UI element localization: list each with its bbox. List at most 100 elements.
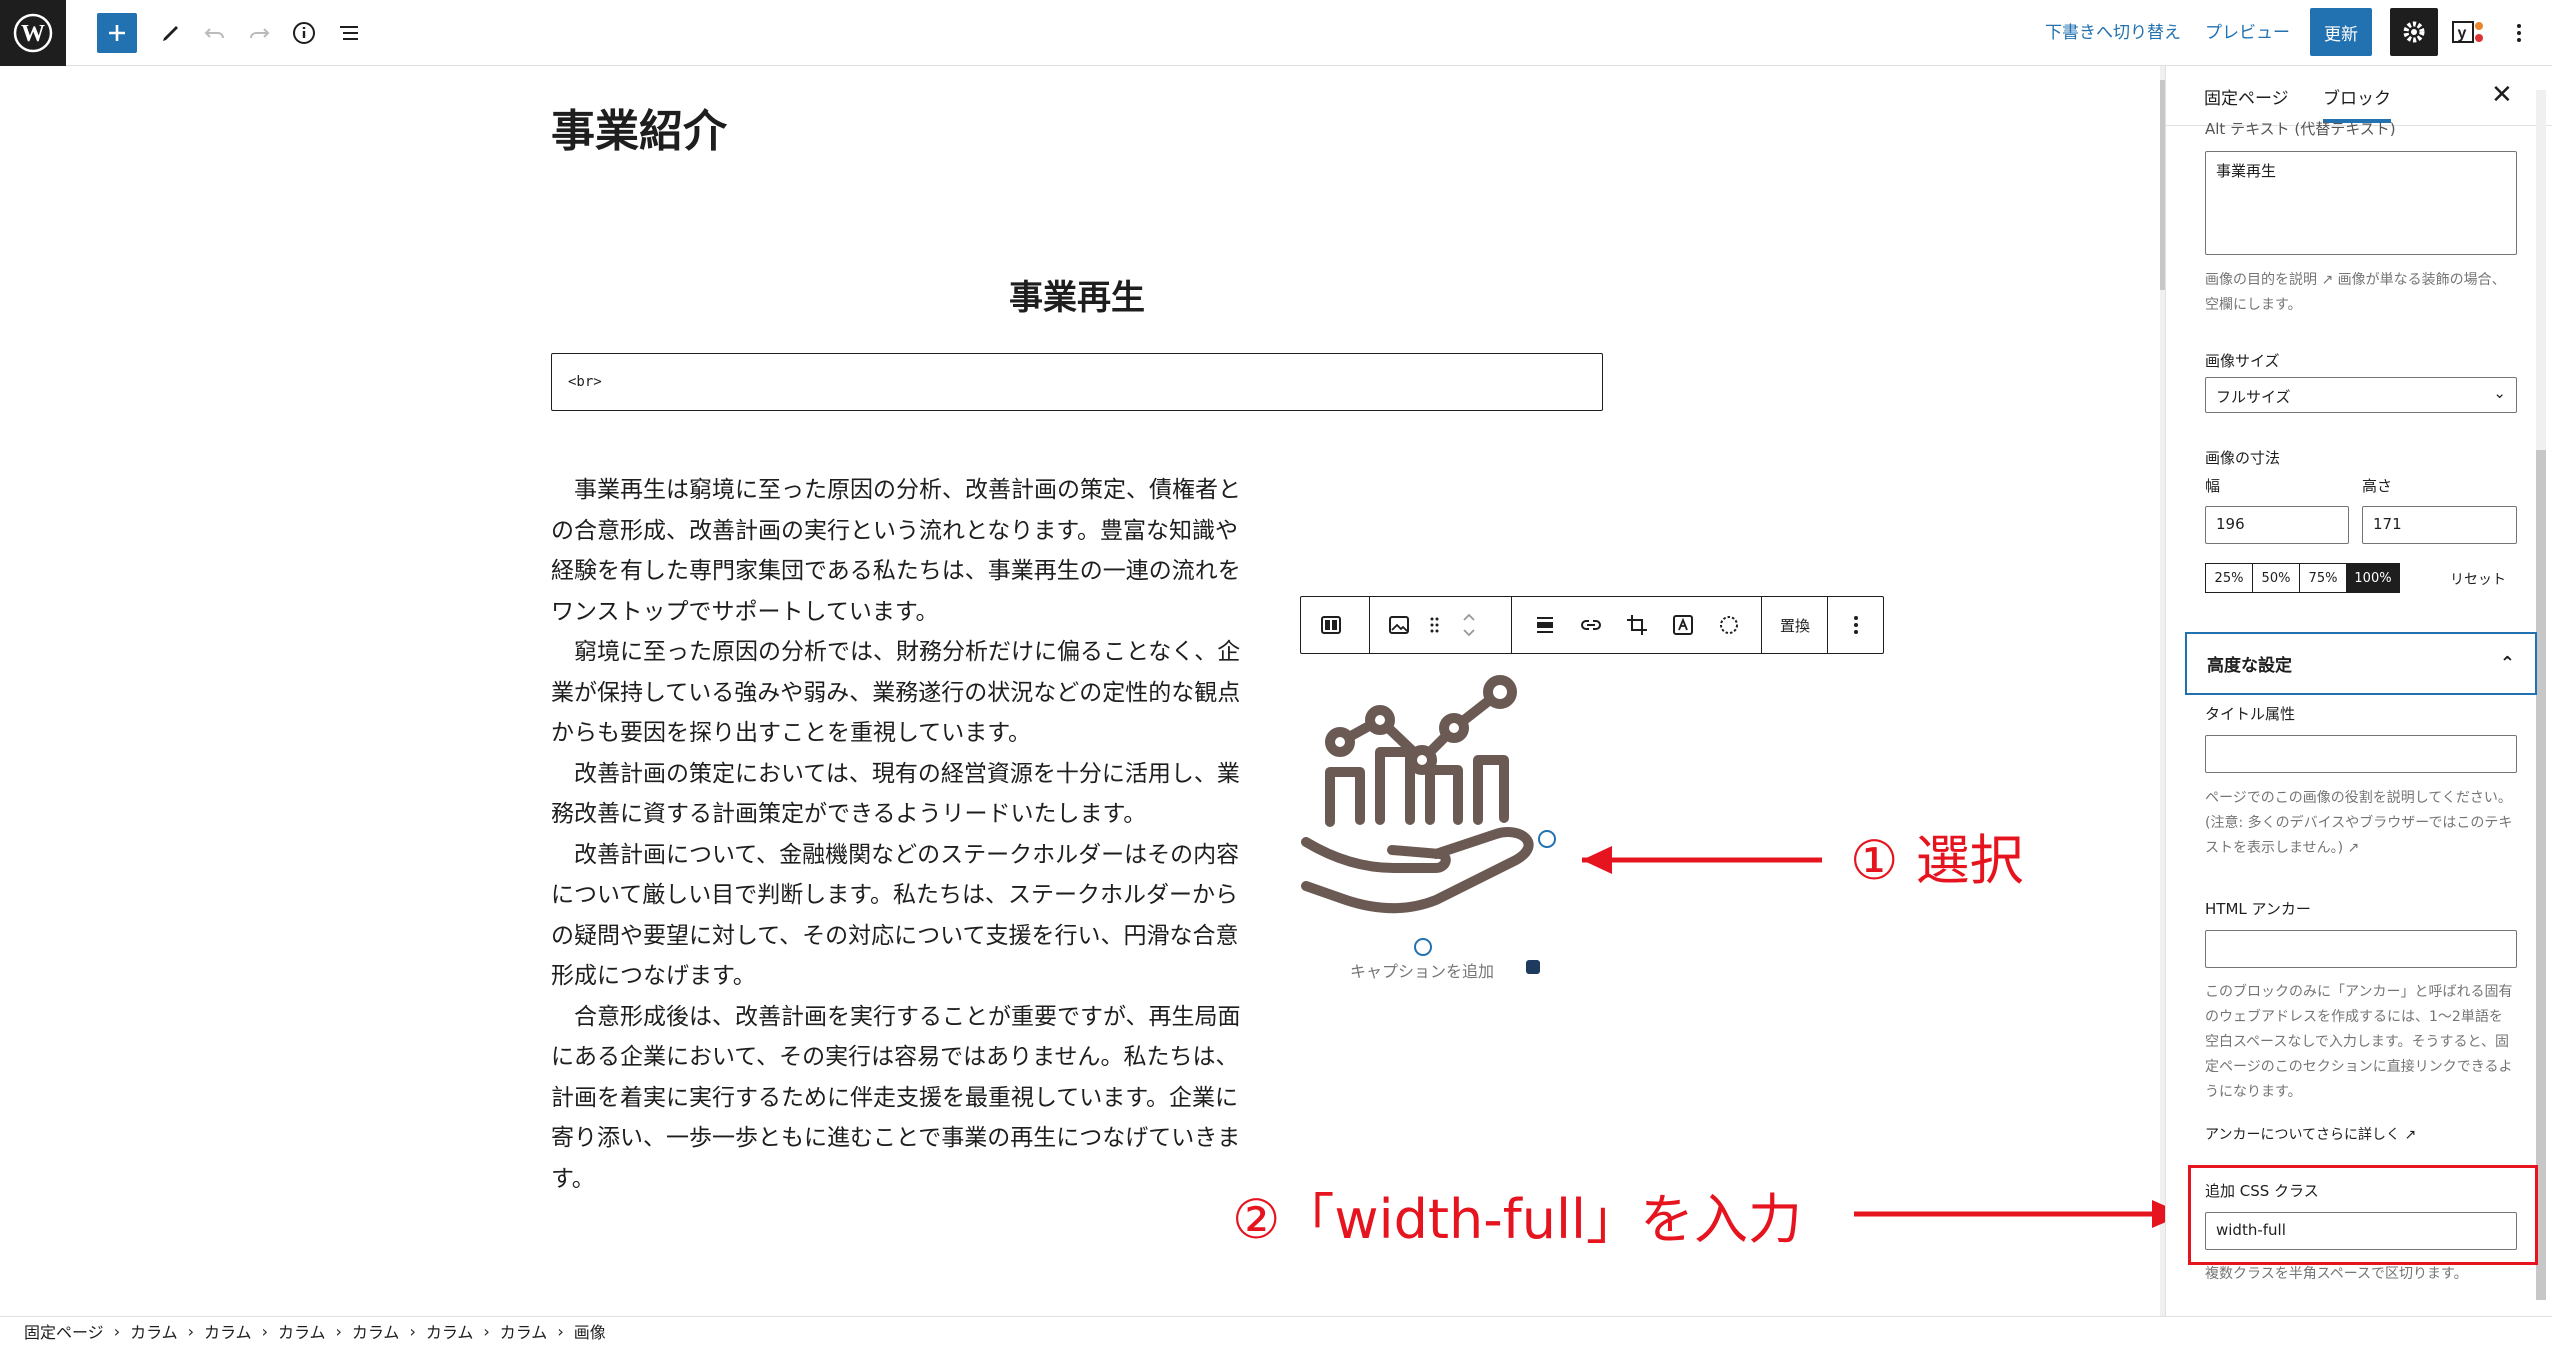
breadcrumb-item[interactable]: カラム xyxy=(278,1319,326,1343)
svg-text:W: W xyxy=(21,21,45,47)
toolbar-separator xyxy=(1761,597,1762,653)
chevron-right-icon: › xyxy=(187,1321,195,1341)
width-input[interactable]: 196 xyxy=(2205,506,2349,544)
breadcrumb-item[interactable]: カラム xyxy=(204,1319,252,1343)
custom-html-block[interactable]: <br> xyxy=(551,353,1603,411)
add-block-button[interactable] xyxy=(97,13,137,53)
text-overlay-icon[interactable] xyxy=(1661,597,1705,653)
page-title[interactable]: 事業紹介 xyxy=(551,95,727,159)
html-anchor-help: このブロックのみに「アンカー」と呼ばれる固有のウェブアドレスを作成するには、1〜… xyxy=(2205,984,2513,1100)
paragraph-block[interactable]: 改善計画について、金融機関などのステークホルダーはその内容について厳しい目で判断… xyxy=(551,835,1251,997)
editor-topbar: W 下書きへ切り替え プレビュー 更新 y xyxy=(0,0,2552,66)
yoast-icon[interactable]: y xyxy=(2446,10,2492,56)
size-50-button[interactable]: 50% xyxy=(2252,563,2300,593)
selected-image-block[interactable] xyxy=(1300,672,1550,956)
paragraph-block[interactable]: 事業再生は窮境に至った原因の分析、改善計画の策定、債権者との合意形成、改善計画の… xyxy=(551,470,1251,632)
paragraph-column: 事業再生は窮境に至った原因の分析、改善計画の策定、債権者との合意形成、改善計画の… xyxy=(551,470,1251,1199)
breadcrumb-item[interactable]: 画像 xyxy=(574,1319,606,1343)
height-input[interactable]: 171 xyxy=(2362,506,2517,544)
alt-text-label: Alt テキスト (代替テキスト) xyxy=(2205,120,2396,138)
resize-handle-right[interactable] xyxy=(1538,830,1556,848)
alt-text-help: 画像の目的を説明 ↗ 画像が単なる装飾の場合、空欄にします。 xyxy=(2205,272,2506,313)
toolbar-separator xyxy=(1369,597,1370,653)
preview-button[interactable]: プレビュー xyxy=(2205,18,2290,43)
move-up-down-icon[interactable] xyxy=(1451,597,1487,653)
crop-icon[interactable] xyxy=(1615,597,1659,653)
caption-placeholder[interactable]: キャプションを追加 xyxy=(1350,958,1494,982)
title-attribute-input[interactable] xyxy=(2205,735,2517,773)
block-toolbar: 置換 xyxy=(1300,596,1884,654)
breadcrumb-item[interactable]: カラム xyxy=(426,1319,474,1343)
paragraph-block[interactable]: 改善計画の策定においては、現有の経営資源を十分に活用し、業務改善に資する計画策定… xyxy=(551,754,1251,835)
advanced-panel-toggle[interactable]: 高度な設定 ⌃ xyxy=(2185,632,2537,695)
toolbar-separator xyxy=(1511,597,1512,653)
block-breadcrumb: 固定ページ › カラム › カラム › カラム › カラム › カラム › カラム › 画像 xyxy=(0,1316,2552,1345)
breadcrumb-item[interactable]: カラム xyxy=(500,1319,548,1343)
more-options-icon[interactable] xyxy=(1829,597,1883,653)
title-attribute-label: タイトル属性 xyxy=(2205,705,2296,723)
info-icon[interactable] xyxy=(281,10,327,56)
block-settings-icon[interactable] xyxy=(1526,960,1540,974)
image-size-label: 画像サイズ xyxy=(2205,352,2280,370)
tab-page[interactable]: 固定ページ xyxy=(2204,84,2289,109)
alt-text-field[interactable]: 事業再生 xyxy=(2205,151,2517,255)
html-anchor-label: HTML アンカー xyxy=(2205,900,2311,918)
undo-icon[interactable] xyxy=(192,10,238,56)
pencil-icon[interactable] xyxy=(148,10,194,56)
chevron-right-icon: › xyxy=(113,1321,121,1341)
advanced-panel-title: 高度な設定 xyxy=(2207,656,2292,676)
chevron-right-icon: › xyxy=(409,1321,416,1341)
html-anchor-input[interactable] xyxy=(2205,930,2517,968)
arrow-left-icon xyxy=(1582,846,1822,874)
drag-handle-icon[interactable] xyxy=(1419,597,1449,653)
block-type-columns-icon[interactable] xyxy=(1301,597,1361,653)
image-dimensions-label: 画像の寸法 xyxy=(2205,449,2281,467)
redo-icon[interactable] xyxy=(236,10,282,56)
paragraph-block[interactable]: 窮境に至った原因の分析では、財務分析だけに偏ることなく、企業が保持している強みや… xyxy=(551,632,1251,754)
css-class-label: 追加 CSS クラス xyxy=(2205,1182,2319,1200)
growth-chart-hand-icon xyxy=(1301,675,1534,914)
update-button[interactable]: 更新 xyxy=(2310,8,2372,56)
toolbar-separator xyxy=(1827,597,1828,653)
switch-to-draft-button[interactable]: 下書きへ切り替え xyxy=(2045,18,2181,43)
svg-text:y: y xyxy=(2458,25,2467,42)
image-size-value: フルサイズ xyxy=(2216,388,2291,406)
align-icon[interactable] xyxy=(1523,597,1567,653)
image-size-select[interactable]: フルサイズ ⌄ xyxy=(2205,377,2517,413)
paragraph-block[interactable]: 合意形成後は、改善計画を実行することが重要ですが、再生局面にある企業において、そ… xyxy=(551,997,1251,1200)
size-75-button[interactable]: 75% xyxy=(2299,563,2347,593)
breadcrumb-item[interactable]: カラム xyxy=(352,1319,400,1343)
annotation-step1: ① 選択 xyxy=(1850,829,2024,892)
heading-block[interactable]: 事業再生 xyxy=(551,270,1603,319)
size-100-button[interactable]: 100% xyxy=(2346,563,2400,593)
chevron-right-icon: › xyxy=(557,1321,564,1341)
reset-button[interactable]: リセット xyxy=(2450,569,2506,589)
arrow-right-icon xyxy=(1854,1200,2184,1228)
image-block-icon[interactable] xyxy=(1377,597,1421,653)
annotation-step2: ②「width-full」を入力 xyxy=(1232,1188,1802,1251)
chevron-right-icon: › xyxy=(483,1321,490,1341)
link-icon[interactable] xyxy=(1569,597,1613,653)
wordpress-logo-icon[interactable]: W xyxy=(0,0,66,66)
sidebar-tabs: 固定ページ ブロック ✕ xyxy=(2166,66,2552,126)
width-label: 幅 xyxy=(2205,477,2221,495)
chevron-right-icon: › xyxy=(335,1321,342,1341)
css-class-help: 複数クラスを半角スペースで区切ります。 xyxy=(2205,1266,2468,1282)
size-25-button[interactable]: 25% xyxy=(2205,563,2253,593)
height-label: 高さ xyxy=(2362,477,2393,495)
chevron-up-icon: ⌃ xyxy=(2499,653,2515,674)
chevron-right-icon: › xyxy=(261,1321,268,1341)
close-icon[interactable]: ✕ xyxy=(2491,80,2513,110)
resize-handle-bottom[interactable] xyxy=(1414,938,1432,956)
chevron-down-icon: ⌄ xyxy=(2493,384,2506,402)
breadcrumb-item[interactable]: 固定ページ xyxy=(24,1319,104,1343)
more-options-icon[interactable] xyxy=(2496,10,2542,56)
css-class-input[interactable]: width-full xyxy=(2205,1212,2517,1250)
title-attribute-help: ページでのこの画像の役割を説明してください。(注意: 多くのデバイスやブラウザー… xyxy=(2205,790,2513,856)
replace-button[interactable]: 置換 xyxy=(1763,597,1827,653)
anchor-learn-more-link[interactable]: アンカーについてさらに詳しく ↗ xyxy=(2205,1123,2515,1148)
list-view-icon[interactable] xyxy=(326,10,372,56)
settings-gear-icon[interactable] xyxy=(2390,8,2438,56)
breadcrumb-item[interactable]: カラム xyxy=(130,1319,178,1343)
duotone-filter-icon[interactable] xyxy=(1707,597,1751,653)
